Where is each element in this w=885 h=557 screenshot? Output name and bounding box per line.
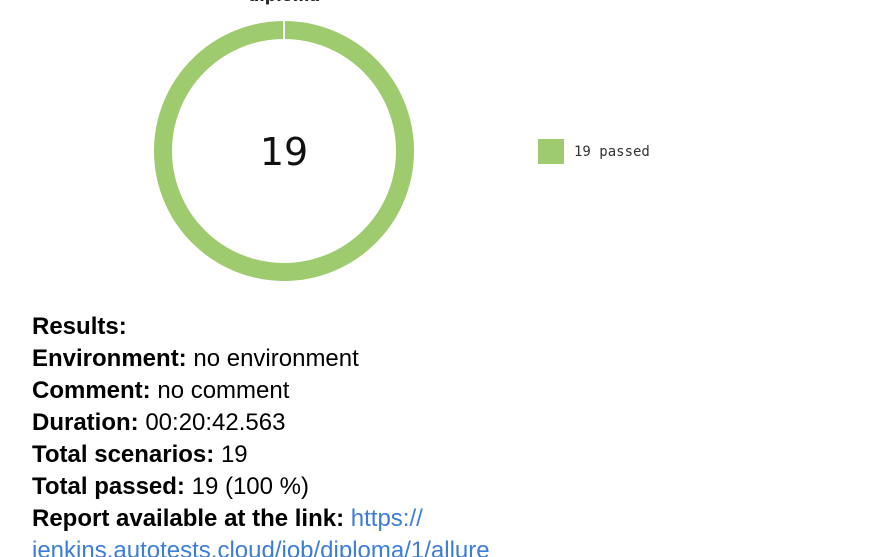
total-passed-label: Total passed: — [32, 473, 185, 500]
total-passed-value: 19 (100 %) — [191, 473, 309, 500]
total-scenarios-row: Total scenarios: 19 — [32, 439, 872, 471]
report-link-part1[interactable]: https:// — [351, 505, 423, 532]
legend-swatch-passed — [538, 139, 564, 164]
duration-label: Duration: — [32, 409, 139, 436]
donut-chart: 19 19 passed — [154, 20, 650, 281]
environment-row: Environment: no environment — [32, 343, 872, 375]
results-heading-row: Results: — [32, 311, 872, 343]
environment-label: Environment: — [32, 345, 187, 372]
comment-label: Comment: — [32, 377, 151, 404]
comment-value: no comment — [157, 377, 290, 404]
legend-label-passed: 19 passed — [574, 144, 650, 160]
report-label: Report available at the link: — [32, 505, 345, 532]
report-link-part2[interactable]: jenkins.autotests.cloud/job/diploma/1/al… — [32, 537, 490, 557]
environment-value: no environment — [193, 345, 359, 372]
comment-row: Comment: no comment — [32, 375, 872, 407]
total-passed-row: Total passed: 19 (100 %) — [32, 471, 872, 503]
duration-row: Duration: 00:20:42.563 — [32, 407, 872, 439]
duration-value: 00:20:42.563 — [145, 409, 286, 436]
results-summary: Results: Environment: no environment Com… — [32, 311, 872, 557]
center-label: 19 — [260, 130, 308, 174]
report-row: Report available at the link: https:// — [32, 503, 872, 535]
test-results-chart: diploma 19 19 passed — [0, 0, 885, 300]
report-link-row: jenkins.autotests.cloud/job/diploma/1/al… — [32, 535, 872, 557]
total-scenarios-value: 19 — [220, 441, 248, 468]
results-heading: Results: — [32, 313, 127, 340]
total-scenarios-label: Total scenarios: — [32, 441, 215, 468]
